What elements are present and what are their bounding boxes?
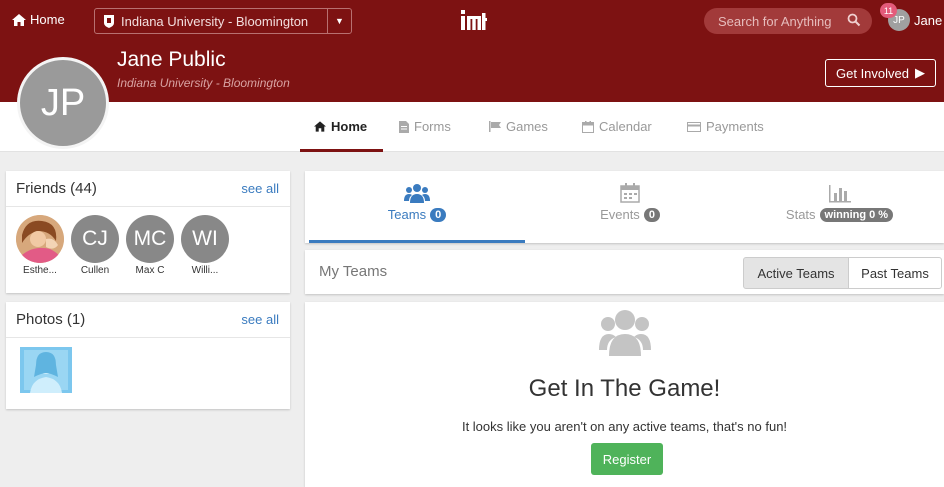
photos-card-header: Photos (1) see all <box>6 302 290 338</box>
summary-tabs-card: Teams 0 Events 0 Stats winning 0 % <box>305 171 944 243</box>
caret-down-icon: ▼ <box>335 16 344 26</box>
document-icon <box>399 120 409 133</box>
users-icon <box>599 310 651 356</box>
credit-card-icon <box>687 121 701 132</box>
friend-initials-avatar: WI <box>181 215 229 263</box>
friend-name: Max C <box>135 265 165 276</box>
stats-winning-badge: winning 0 % <box>819 207 894 222</box>
profile-avatar[interactable]: JP <box>17 57 109 149</box>
active-tab-indicator <box>300 149 383 152</box>
tab-stats-label: Stats <box>785 207 816 222</box>
past-teams-button[interactable]: Past Teams <box>848 257 942 289</box>
active-teams-button[interactable]: Active Teams <box>743 257 849 289</box>
profile-header: Jane Public Indiana University - Bloomin… <box>0 40 944 102</box>
friend-name: Willi... <box>191 265 219 276</box>
teams-count-badge: 0 <box>430 207 447 222</box>
empty-state-title: Get In The Game! <box>528 375 721 402</box>
bar-chart-icon <box>828 185 851 203</box>
school-select-toggle[interactable]: ▼ <box>327 9 351 33</box>
tab-games-label: Games <box>506 119 548 134</box>
profile-school[interactable]: Indiana University - Bloomington <box>117 76 290 90</box>
photos-title: Photos (1) <box>16 311 86 328</box>
school-select-main[interactable]: Indiana University - Bloomington <box>95 9 327 33</box>
tab-stats[interactable]: Stats winning 0 % <box>735 171 944 243</box>
home-icon <box>12 13 26 26</box>
tab-teams-label-row: Teams 0 <box>387 207 447 222</box>
tab-payments-label: Payments <box>706 119 764 134</box>
tab-calendar-label: Calendar <box>599 119 652 134</box>
tab-home-label: Home <box>331 119 368 134</box>
tab-stats-label-row: Stats winning 0 % <box>785 207 894 222</box>
friends-card-header: Friends (44) see all <box>6 171 290 207</box>
friends-title: Friends (44) <box>16 180 97 197</box>
profile-nav: Home Forms Games Calendar Payments <box>0 102 944 152</box>
tab-payments[interactable]: Payments <box>687 119 764 134</box>
flag-icon <box>489 121 501 132</box>
school-shield-icon <box>104 14 114 28</box>
user-name: Jane <box>914 12 943 28</box>
home-icon <box>314 121 326 132</box>
tab-teams-label: Teams <box>387 207 427 222</box>
friends-list: Esthe... CJ Cullen MC Max C WI Willi... <box>6 207 290 276</box>
friend-name: Cullen <box>80 265 110 276</box>
profile-name: Jane Public <box>117 48 226 71</box>
top-navbar: Home Indiana University - Bloomington ▼ … <box>0 0 944 40</box>
friend-initials-avatar: MC <box>126 215 174 263</box>
friend-name: Esthe... <box>23 265 57 276</box>
school-select-label: Indiana University - Bloomington <box>121 13 309 29</box>
get-involved-label: Get Involved <box>836 65 909 81</box>
friends-card: Friends (44) see all Esthe... CJ Cullen … <box>6 171 290 293</box>
friends-see-all-link[interactable]: see all <box>241 181 279 196</box>
tab-forms[interactable]: Forms <box>399 119 451 134</box>
friend-item[interactable]: WI Willi... <box>179 215 231 276</box>
tab-home[interactable]: Home <box>314 119 367 134</box>
friend-initials-avatar: CJ <box>71 215 119 263</box>
tab-events[interactable]: Events 0 <box>525 171 735 243</box>
my-teams-bar: My Teams Active Teams Past Teams <box>305 250 944 294</box>
search-placeholder: Search for Anything <box>718 13 832 29</box>
friend-photo-avatar <box>16 215 64 263</box>
empty-teams-card: Get In The Game! It looks like you aren'… <box>305 302 944 487</box>
tab-events-label-row: Events 0 <box>600 207 660 222</box>
photos-see-all-link[interactable]: see all <box>241 312 279 327</box>
tab-teams[interactable]: Teams 0 <box>309 171 525 243</box>
tab-games[interactable]: Games <box>489 119 548 134</box>
calendar-icon <box>582 120 594 133</box>
events-count-badge: 0 <box>643 207 660 222</box>
notification-badge[interactable]: 11 <box>880 3 897 18</box>
search-icon[interactable] <box>847 13 861 27</box>
empty-state-text: It looks like you aren't on any active t… <box>461 419 788 434</box>
play-icon: ▶ <box>915 65 925 80</box>
friend-item[interactable]: MC Max C <box>124 215 176 276</box>
my-teams-title: My Teams <box>319 263 388 280</box>
get-involved-button[interactable]: Get Involved ▶ <box>825 59 936 87</box>
home-link[interactable]: Home <box>12 12 65 27</box>
calendar-icon <box>620 183 640 203</box>
register-button[interactable]: Register <box>591 443 663 475</box>
active-tab-indicator <box>309 240 525 243</box>
school-select[interactable]: Indiana University - Bloomington ▼ <box>94 8 352 34</box>
friend-item[interactable]: CJ Cullen <box>69 215 121 276</box>
global-search[interactable]: Search for Anything <box>704 8 872 34</box>
tab-calendar[interactable]: Calendar <box>582 119 652 134</box>
photo-thumbnail[interactable] <box>20 347 72 393</box>
imleagues-logo[interactable] <box>461 10 487 30</box>
users-icon <box>404 184 430 203</box>
friend-item[interactable]: Esthe... <box>14 215 66 276</box>
tab-forms-label: Forms <box>414 119 451 134</box>
home-link-label: Home <box>30 12 65 27</box>
photos-card: Photos (1) see all <box>6 302 290 409</box>
tab-events-label: Events <box>600 207 640 222</box>
